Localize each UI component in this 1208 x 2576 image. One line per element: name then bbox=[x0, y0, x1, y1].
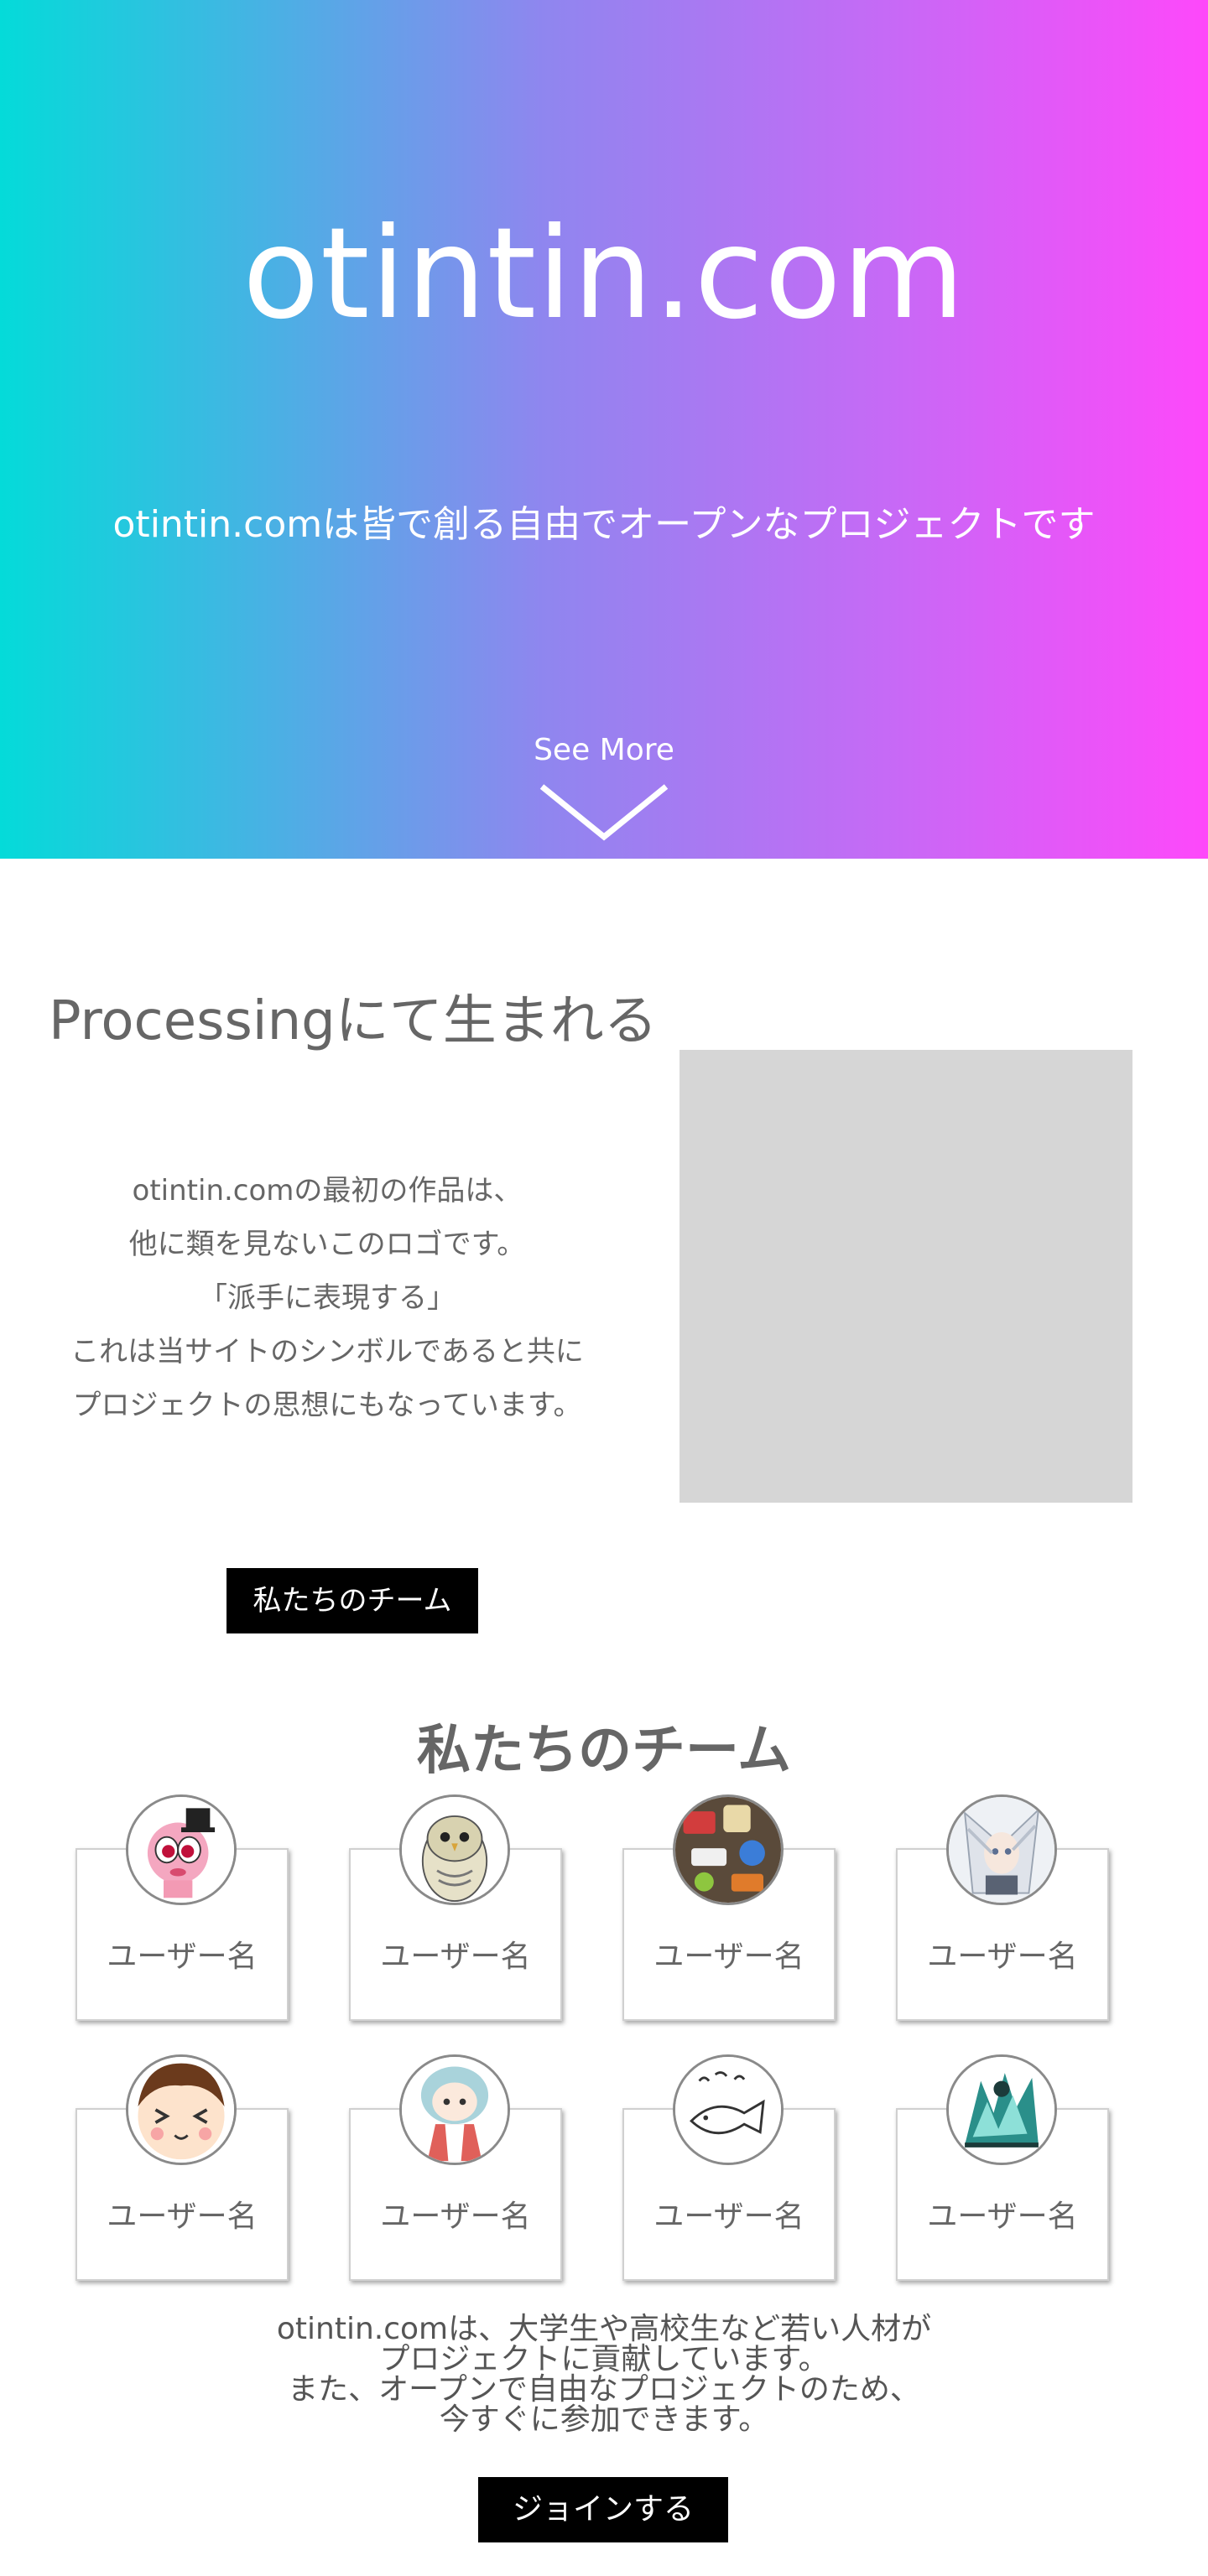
hero-section: otintin.com otintin.comは皆で創る自由でオープンなプロジェ… bbox=[0, 0, 1208, 859]
owl-avatar[interactable] bbox=[399, 1794, 510, 1905]
blue-hair-girl-avatar[interactable] bbox=[399, 2054, 510, 2165]
member-name: ユーザー名 bbox=[653, 1940, 804, 1974]
join-button[interactable]: ジョインする bbox=[478, 2477, 728, 2542]
description-line: 「派手に表現する」 bbox=[199, 1281, 456, 1315]
member-name: ユーザー名 bbox=[927, 2199, 1078, 2234]
member-name: ユーザー名 bbox=[107, 1940, 258, 1974]
join-description: otintin.comは、大学生や高校生など若い人材が プロジェクトに貢献してい… bbox=[0, 2314, 1208, 2435]
processing-heading: Processingにて生まれる bbox=[49, 990, 658, 1052]
member-name: ユーザー名 bbox=[653, 2199, 804, 2234]
site-title: otintin.com bbox=[242, 201, 966, 347]
logo-image-placeholder bbox=[680, 1050, 1132, 1503]
outro-line: otintin.comは、大学生や高校生など若い人材が bbox=[276, 2312, 932, 2346]
outro-line: プロジェクトに貢献しています。 bbox=[379, 2342, 829, 2376]
member-name: ユーザー名 bbox=[107, 2199, 258, 2234]
smiley-face-avatar[interactable] bbox=[126, 2054, 237, 2165]
member-name: ユーザー名 bbox=[380, 1940, 531, 1974]
hero-subtitle: otintin.comは皆で創る自由でオープンなプロジェクトです bbox=[112, 503, 1096, 546]
fish-sketch-avatar[interactable] bbox=[673, 2054, 784, 2165]
pink-character-avatar[interactable] bbox=[126, 1794, 237, 1905]
sticker-laptop-avatar[interactable] bbox=[673, 1794, 784, 1905]
teal-art-avatar[interactable] bbox=[946, 2054, 1057, 2165]
description-line: otintin.comの最初の作品は、 bbox=[132, 1174, 523, 1208]
see-more-label[interactable]: See More bbox=[0, 731, 1208, 770]
chevron-down-icon[interactable] bbox=[537, 780, 671, 847]
outro-line: また、オープンで自由なプロジェクトのため、 bbox=[288, 2372, 920, 2407]
description-line: これは当サイトのシンボルであると共に bbox=[70, 1335, 584, 1368]
processing-description: otintin.comの最初の作品は、 他に類を見ないこのロゴです。 「派手に表… bbox=[50, 1164, 604, 1432]
team-heading: 私たちのチーム bbox=[416, 1720, 792, 1782]
description-line: プロジェクトの思想にもなっています。 bbox=[72, 1389, 582, 1422]
description-line: 他に類を見ないこのロゴです。 bbox=[128, 1228, 526, 1261]
white-hair-anime-avatar[interactable] bbox=[946, 1794, 1057, 1905]
member-name: ユーザー名 bbox=[927, 1940, 1078, 1974]
our-team-button[interactable]: 私たちのチーム bbox=[226, 1568, 478, 1633]
outro-line: 今すぐに参加できます。 bbox=[439, 2402, 769, 2437]
member-name: ユーザー名 bbox=[380, 2199, 531, 2234]
